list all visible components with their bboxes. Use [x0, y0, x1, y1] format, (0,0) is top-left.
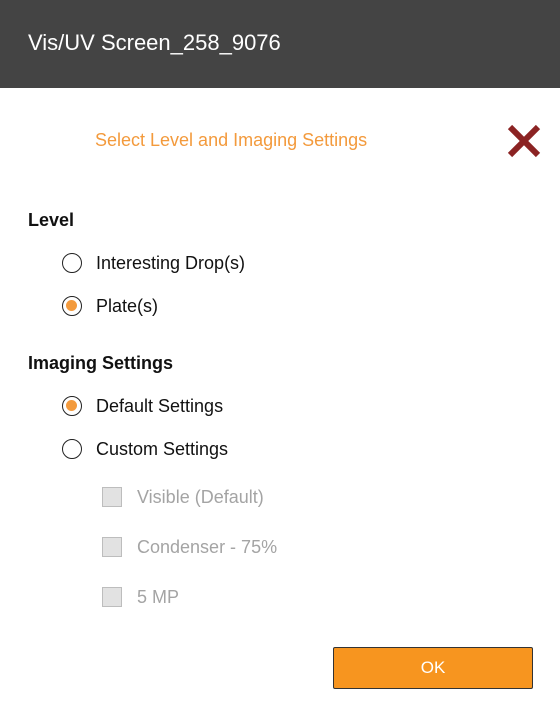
radio-default-settings[interactable]: Default Settings: [62, 393, 223, 419]
checkbox-condenser-75[interactable]: Condenser - 75%: [102, 534, 277, 560]
ok-button[interactable]: OK: [333, 647, 533, 689]
checkbox-label: Visible (Default): [137, 486, 264, 507]
close-button[interactable]: [504, 121, 544, 161]
checkbox[interactable]: [102, 487, 122, 507]
radio-plates[interactable]: Plate(s): [62, 293, 158, 319]
checkbox-visible-default[interactable]: Visible (Default): [102, 484, 264, 510]
radio-label: Custom Settings: [96, 438, 229, 459]
close-icon[interactable]: [504, 121, 544, 161]
radio-button[interactable]: [62, 396, 82, 416]
radio-label: Plate(s): [96, 295, 159, 316]
checkbox-5mp[interactable]: 5 MP: [102, 584, 179, 610]
level-section-label: Level: [28, 210, 75, 230]
checkbox[interactable]: [102, 587, 122, 607]
imaging-settings-section-label: Imaging Settings: [28, 353, 174, 373]
checkbox-label: 5 MP: [137, 586, 180, 607]
title-bar: Vis/UV Screen_258_9076: [0, 0, 560, 88]
checkbox[interactable]: [102, 537, 122, 557]
checkbox-label: Condenser - 75%: [137, 536, 278, 557]
radio-button[interactable]: [62, 439, 82, 459]
window-title: Vis/UV Screen_258_9076: [28, 30, 281, 55]
radio-interesting-drops[interactable]: Interesting Drop(s): [62, 250, 245, 276]
radio-button[interactable]: [62, 253, 82, 273]
dialog-heading: Select Level and Imaging Settings: [95, 130, 368, 150]
radio-label: Default Settings: [96, 395, 224, 416]
radio-button[interactable]: [62, 296, 82, 316]
radio-label: Interesting Drop(s): [96, 252, 246, 273]
radio-custom-settings[interactable]: Custom Settings: [62, 436, 228, 462]
